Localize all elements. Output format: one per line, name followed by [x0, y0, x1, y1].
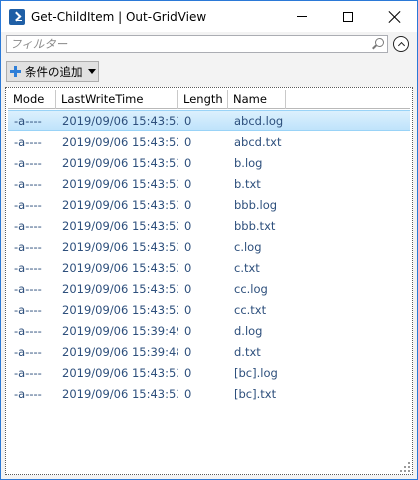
- cell-length: 0: [184, 323, 192, 338]
- minimize-icon: [297, 16, 307, 17]
- cell-mode: -a----: [14, 302, 42, 317]
- cell-name: [bc].txt: [234, 386, 277, 401]
- table-row[interactable]: -a---- 2019/09/06 15:43:53 0 abcd.log: [8, 110, 410, 131]
- table-row[interactable]: -a---- 2019/09/06 15:43:53 0 c.log: [8, 236, 410, 257]
- cell-lastwritetime: 2019/09/06 15:43:52: [62, 134, 178, 149]
- powershell-icon: [9, 8, 25, 25]
- cell-name: c.txt: [234, 260, 260, 275]
- cell-lastwritetime: 2019/09/06 15:43:53: [62, 197, 178, 212]
- cell-length: 0: [184, 134, 192, 149]
- chevron-up-icon: [397, 41, 405, 49]
- cell-mode: -a----: [14, 134, 42, 149]
- cell-lastwritetime: 2019/09/06 15:43:53: [62, 260, 178, 275]
- cell-length: 0: [184, 155, 192, 170]
- table-row[interactable]: -a---- 2019/09/06 15:43:53 0 [bc].txt: [8, 383, 410, 404]
- cell-name: [bc].log: [234, 365, 278, 380]
- table-row[interactable]: -a---- 2019/09/06 15:43:52 0 bbb.txt: [8, 215, 410, 236]
- cell-length: 0: [184, 365, 192, 380]
- cell-mode: -a----: [14, 260, 42, 275]
- cell-mode: -a----: [14, 239, 42, 254]
- cell-lastwritetime: 2019/09/06 15:43:53: [62, 386, 178, 401]
- table-row[interactable]: -a---- 2019/09/06 15:43:53 0 cc.log: [8, 278, 410, 299]
- column-header-name[interactable]: Name: [228, 90, 286, 109]
- column-header-length[interactable]: Length: [178, 90, 228, 109]
- table-row[interactable]: -a---- 2019/09/06 15:43:52 0 cc.txt: [8, 299, 410, 320]
- table-row[interactable]: -a---- 2019/09/06 15:39:48 0 d.txt: [8, 341, 410, 362]
- cell-name: abcd.txt: [234, 134, 282, 149]
- cell-lastwritetime: 2019/09/06 15:39:48: [62, 344, 178, 359]
- cell-name: cc.txt: [234, 302, 267, 317]
- window-title: Get-ChildItem | Out-GridView: [31, 9, 207, 24]
- cell-length: 0: [184, 302, 192, 317]
- cell-length: 0: [184, 239, 192, 254]
- cell-mode: -a----: [14, 386, 42, 401]
- cell-name: bbb.log: [234, 197, 278, 212]
- cell-mode: -a----: [14, 344, 42, 359]
- cell-length: 0: [184, 113, 192, 128]
- grid-header: Mode LastWriteTime Length Name: [8, 90, 410, 109]
- cell-lastwritetime: 2019/09/06 15:43:53: [62, 239, 178, 254]
- cell-length: 0: [184, 218, 192, 233]
- cell-name: bbb.txt: [234, 218, 276, 233]
- column-header-lastwritetime[interactable]: LastWriteTime: [56, 90, 178, 109]
- results-grid[interactable]: Mode LastWriteTime Length Name -a---- 201…: [5, 87, 413, 475]
- cell-lastwritetime: 2019/09/06 15:43:53: [62, 155, 178, 170]
- cell-name: d.txt: [234, 344, 261, 359]
- plus-icon: [10, 66, 21, 77]
- title-bar[interactable]: Get-ChildItem | Out-GridView: [1, 1, 417, 32]
- table-row[interactable]: -a---- 2019/09/06 15:43:53 0 b.log: [8, 152, 410, 173]
- cell-mode: -a----: [14, 176, 42, 191]
- cell-lastwritetime: 2019/09/06 15:43:53: [62, 365, 178, 380]
- table-row[interactable]: -a---- 2019/09/06 15:43:53 0 c.txt: [8, 257, 410, 278]
- table-row[interactable]: -a---- 2019/09/06 15:43:53 0 bbb.log: [8, 194, 410, 215]
- cell-length: 0: [184, 176, 192, 191]
- close-button[interactable]: [371, 1, 417, 32]
- filter-input[interactable]: [7, 36, 369, 52]
- cell-length: 0: [184, 386, 192, 401]
- cell-length: 0: [184, 260, 192, 275]
- cell-length: 0: [184, 344, 192, 359]
- cell-name: abcd.log: [234, 113, 284, 128]
- cell-lastwritetime: 2019/09/06 15:43:53: [62, 281, 178, 296]
- cell-mode: -a----: [14, 113, 42, 128]
- table-row[interactable]: -a---- 2019/09/06 15:43:53 0 b.txt: [8, 173, 410, 194]
- cell-mode: -a----: [14, 218, 42, 233]
- cell-mode: -a----: [14, 365, 42, 380]
- collapse-filter-button[interactable]: [393, 36, 409, 52]
- maximize-icon: [343, 11, 353, 22]
- table-row[interactable]: -a---- 2019/09/06 15:43:52 0 abcd.txt: [8, 131, 410, 152]
- search-icon[interactable]: [369, 36, 385, 52]
- maximize-button[interactable]: [325, 1, 371, 32]
- table-row[interactable]: -a---- 2019/09/06 15:43:53 0 [bc].log: [8, 362, 410, 383]
- cell-lastwritetime: 2019/09/06 15:43:53: [62, 113, 178, 128]
- minimize-button[interactable]: [279, 1, 325, 32]
- column-header-mode[interactable]: Mode: [8, 90, 56, 109]
- cell-mode: -a----: [14, 323, 42, 338]
- cell-name: d.log: [234, 323, 263, 338]
- cell-mode: -a----: [14, 197, 42, 212]
- cell-name: cc.log: [234, 281, 268, 296]
- cell-length: 0: [184, 281, 192, 296]
- cell-mode: -a----: [14, 155, 42, 170]
- window: Get-ChildItem | Out-GridView 条件の追加 Mode …: [0, 0, 418, 480]
- resize-grip[interactable]: [400, 462, 410, 472]
- cell-lastwritetime: 2019/09/06 15:43:53: [62, 176, 178, 191]
- table-row[interactable]: -a---- 2019/09/06 15:39:49 0 d.log: [8, 320, 410, 341]
- cell-lastwritetime: 2019/09/06 15:39:49: [62, 323, 178, 338]
- close-icon: [388, 11, 400, 23]
- add-criteria-label: 条件の追加: [25, 64, 83, 79]
- dropdown-arrow-icon: [87, 69, 96, 74]
- cell-lastwritetime: 2019/09/06 15:43:52: [62, 218, 178, 233]
- grid-body: -a---- 2019/09/06 15:43:53 0 abcd.log -a----…: [8, 110, 410, 404]
- cell-name: c.log: [234, 239, 262, 254]
- cell-length: 0: [184, 197, 192, 212]
- filter-box: [6, 35, 388, 53]
- cell-lastwritetime: 2019/09/06 15:43:52: [62, 302, 178, 317]
- cell-mode: -a----: [14, 281, 42, 296]
- cell-name: b.log: [234, 155, 263, 170]
- add-criteria-button[interactable]: 条件の追加: [6, 61, 99, 82]
- cell-name: b.txt: [234, 176, 261, 191]
